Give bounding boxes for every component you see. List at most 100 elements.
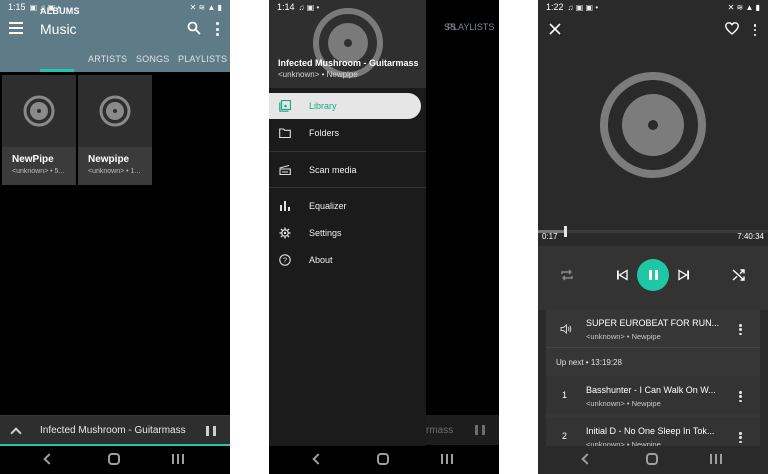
album-name: Newpipe [88,154,130,165]
now-playing-title: Infected Mushroom - Guitarmass [278,58,419,68]
queue-item-subtitle: <unknown> • Newpipe [586,332,661,341]
tab-songs[interactable]: SONGS [136,54,170,64]
status-bar: 1:14 ♫ ▣ • [269,0,499,14]
drawer-item-label: Scan media [309,165,357,175]
system-nav-bar [0,446,230,474]
pause-button[interactable] [637,259,669,291]
shuffle-icon[interactable] [732,268,746,282]
mini-player[interactable]: Infected Mushroom - Guitarmass [0,415,230,445]
library-icon [279,100,291,112]
drawer-item-about[interactable]: ? About [269,247,426,273]
back-icon[interactable] [43,453,55,465]
home-icon[interactable] [377,453,389,465]
drawer-item-label: Equalizer [309,201,347,211]
system-nav-bar [269,446,499,474]
phone-now-playing-screen: 1:22 ♫ ▣ ▣ • ✕ ≋ ▲ ▮ 0:17 7:40:34 SUPER … [538,0,768,474]
seek-track [538,230,768,233]
queue-item-title: Basshunter - I Can Walk On W... [586,385,716,395]
album-info: Newpipe <unknown> • 1... [78,147,152,185]
drawer-item-library[interactable]: Library [269,93,421,119]
drawer-item-folders[interactable]: Folders [269,120,426,146]
equalizer-icon [280,201,290,211]
disc-icon [23,95,55,127]
drawer-item-equalizer[interactable]: Equalizer [269,193,426,219]
album-subtitle: <unknown> • 1... [88,168,141,175]
album-subtitle: <unknown> • 5... [12,168,65,175]
gear-icon [279,227,291,239]
help-icon: ? [279,254,291,266]
back-icon[interactable] [312,453,324,465]
recents-icon[interactable] [172,454,184,464]
background-mini-player: rmass [426,415,499,445]
queue-item[interactable]: 1 Basshunter - I Can Walk On W... <unkno… [546,376,760,414]
status-time: 1:15 [8,2,26,12]
app-title: Music [40,21,77,37]
speaker-icon [560,323,572,335]
tab-artists[interactable]: ARTISTS [88,54,127,64]
heart-icon[interactable] [725,22,739,35]
pause-icon [475,425,485,435]
overflow-menu-icon[interactable] [214,22,220,36]
elapsed-time: 0:17 [542,232,558,241]
drawer-item-settings[interactable]: Settings [269,220,426,246]
phone-library-screen: 1:15 ▣ ♫ ▣ • ✕ ≋ ▲ ▮ Music ALBUMS ARTIST… [0,0,230,474]
queue-item-number: 2 [562,431,568,441]
tab-albums[interactable]: ALBUMS [40,6,80,16]
album-art-disc-icon [600,72,706,178]
recents-icon[interactable] [441,454,453,464]
total-time: 7:40:34 [737,232,764,241]
album-card[interactable]: NewPipe <unknown> • 5... [2,75,76,185]
repeat-icon[interactable] [560,268,574,282]
scan-media-icon [279,164,291,176]
overflow-menu-icon[interactable] [753,24,757,36]
svg-text:?: ? [283,256,287,265]
phone-drawer-screen: 1:14 ♫ ▣ • SS PLAYLISTS rmass Infected M… [269,0,499,474]
background-tab-playlists: PLAYLISTS [447,22,495,32]
chevron-up-icon[interactable] [10,427,22,439]
album-art [2,75,76,147]
seek-thumb[interactable] [564,226,567,237]
drawer-divider [269,151,426,152]
skip-next-icon[interactable] [678,269,690,281]
drawer-item-label: Folders [309,128,340,138]
notification-icons: ♫ ▣ • [298,2,320,12]
mini-player-title: Infected Mushroom - Guitarmass [40,425,186,436]
drawer-item-scan-media[interactable]: Scan media [269,157,426,183]
album-card[interactable]: Newpipe <unknown> • 1... [78,75,152,185]
status-time: 1:14 [277,2,295,12]
system-icons: ✕ ≋ ▲ ▮ [189,2,222,12]
search-icon[interactable] [187,21,201,35]
system-nav-bar [538,446,768,474]
home-icon[interactable] [646,453,658,465]
drawer-item-label: Library [309,101,337,111]
disc-icon [313,8,383,78]
skip-previous-icon[interactable] [616,269,628,281]
now-playing-subtitle: <unknown> • Newpipe [278,70,358,79]
recents-icon[interactable] [710,454,722,464]
album-name: NewPipe [12,154,54,165]
queue-item-number: 1 [562,390,568,400]
album-info: NewPipe <unknown> • 5... [2,147,76,185]
app-bar: 1:15 ▣ ♫ ▣ • ✕ ≋ ▲ ▮ Music ALBUMS ARTIST… [0,0,230,72]
tab-indicator [40,69,74,72]
album-art [78,75,152,147]
hamburger-menu-icon[interactable] [9,22,23,34]
folder-icon [279,128,291,139]
tab-playlists[interactable]: PLAYLISTS [178,54,227,64]
seek-bar[interactable]: 0:17 7:40:34 [538,226,768,244]
status-bar: 1:15 ▣ ♫ ▣ • ✕ ≋ ▲ ▮ [0,0,230,14]
drawer-divider [269,187,426,188]
pause-icon[interactable] [206,426,216,436]
queue-current-item[interactable]: SUPER EUROBEAT FOR RUN... <unknown> • Ne… [546,310,760,348]
close-icon[interactable] [549,23,561,35]
overflow-menu-icon[interactable] [739,391,742,402]
back-icon[interactable] [581,453,593,465]
overflow-menu-icon[interactable] [739,432,742,443]
playback-controls [538,246,768,310]
home-icon[interactable] [108,453,120,465]
navigation-drawer: Infected Mushroom - Guitarmass <unknown>… [269,0,426,446]
player-top-bar [538,0,768,44]
queue-item-title: Initial D - No One Sleep In Tok... [586,426,715,436]
overflow-menu-icon[interactable] [739,324,742,335]
disc-icon [99,95,131,127]
